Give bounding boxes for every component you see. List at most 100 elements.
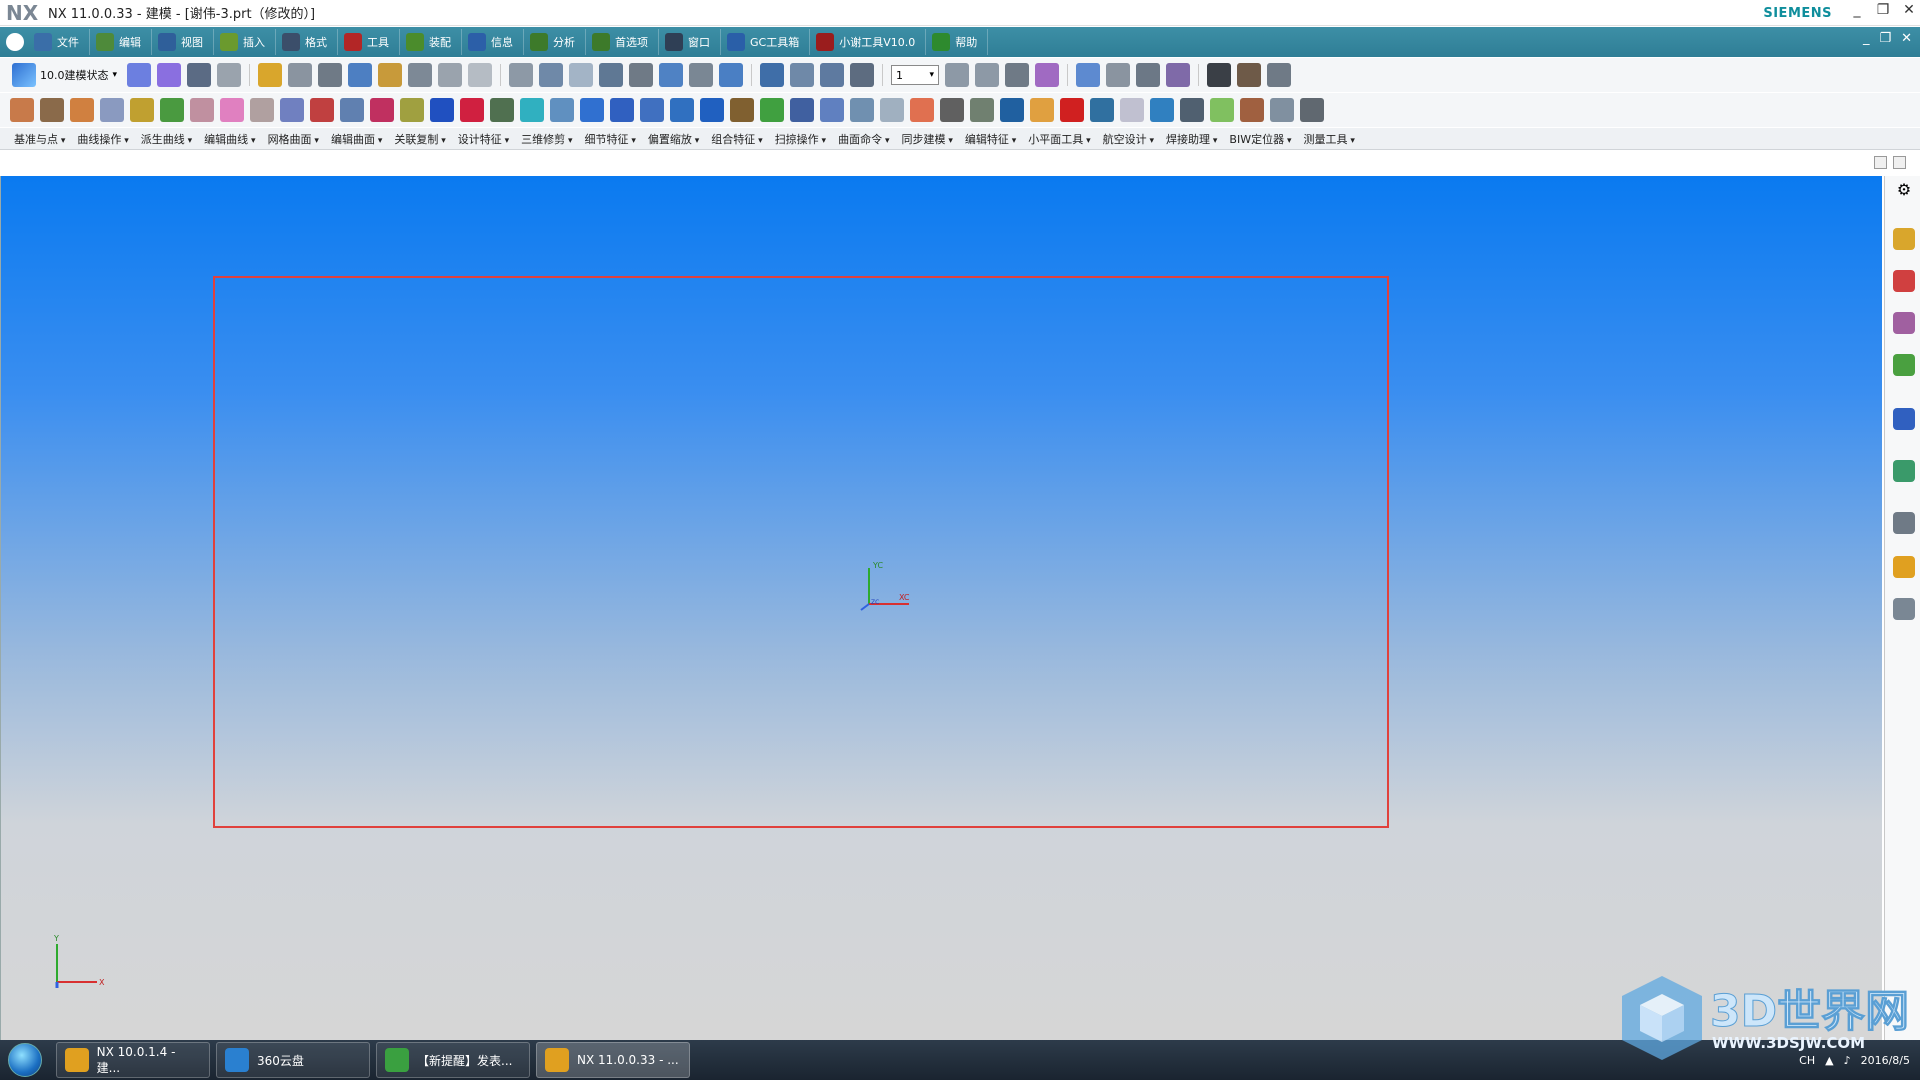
command-group-dropdown[interactable]: 曲面命令 xyxy=(832,131,895,147)
menu-insert-3[interactable]: 插入 xyxy=(214,29,276,55)
zoom-icon[interactable] xyxy=(539,63,564,87)
custom-tool-icon[interactable] xyxy=(1180,98,1204,122)
doc-restore-icon[interactable]: ❐ xyxy=(1879,31,1891,46)
menu-format-4[interactable]: 格式 xyxy=(276,29,338,55)
csys-icon[interactable] xyxy=(1005,63,1030,87)
background-icon[interactable] xyxy=(760,63,785,87)
custom-tool-icon[interactable] xyxy=(250,98,274,122)
custom-tool-icon[interactable] xyxy=(220,98,244,122)
rotate-icon[interactable] xyxy=(599,63,624,87)
menu-anchor-10[interactable]: 窗口 xyxy=(659,29,721,55)
custom-tool-icon[interactable] xyxy=(130,98,154,122)
app-logo-icon[interactable] xyxy=(6,33,24,51)
command-group-dropdown[interactable]: 偏置缩放 xyxy=(642,131,705,147)
work-layer-dropdown[interactable]: 1 ▾ xyxy=(891,65,940,85)
custom-tool-icon[interactable] xyxy=(310,98,334,122)
render-icon[interactable] xyxy=(689,63,714,87)
custom-tool-icon[interactable] xyxy=(340,98,364,122)
custom-tool-icon[interactable] xyxy=(1030,98,1054,122)
menu-cube-11[interactable]: GC工具箱 xyxy=(721,29,811,55)
menu-flag-5[interactable]: 工具 xyxy=(338,29,400,55)
snap-icon[interactable] xyxy=(1076,63,1101,87)
role-state-dropdown[interactable]: 10.0建模状态 ▾ xyxy=(8,63,121,87)
web-browser-icon[interactable] xyxy=(1893,408,1915,430)
selection-icon[interactable] xyxy=(1106,63,1131,87)
command-group-dropdown[interactable]: 编辑曲线 xyxy=(198,131,261,147)
command-group-dropdown[interactable]: 编辑特征 xyxy=(959,131,1022,147)
custom-tool-icon[interactable] xyxy=(190,98,214,122)
custom-tool-icon[interactable] xyxy=(670,98,694,122)
custom-tool-icon[interactable] xyxy=(10,98,34,122)
new-icon[interactable] xyxy=(127,63,152,87)
custom-tool-icon[interactable] xyxy=(40,98,64,122)
custom-tool-icon[interactable] xyxy=(1300,98,1324,122)
pan-icon[interactable] xyxy=(629,63,654,87)
custom-tool-icon[interactable] xyxy=(1060,98,1084,122)
part-navigator-icon[interactable] xyxy=(1893,312,1915,334)
command-group-dropdown[interactable]: 编辑曲面 xyxy=(325,131,388,147)
scale-icon[interactable] xyxy=(438,63,463,87)
language-indicator[interactable]: CH xyxy=(1799,1054,1815,1067)
menu-edit-1[interactable]: 编辑 xyxy=(90,29,152,55)
restore-icon[interactable]: ❐ xyxy=(1876,2,1890,18)
custom-tool-icon[interactable] xyxy=(520,98,544,122)
zoom-window-icon[interactable] xyxy=(569,63,594,87)
start-button[interactable] xyxy=(0,1040,50,1080)
display-icon[interactable] xyxy=(1267,63,1292,87)
custom-tool-icon[interactable] xyxy=(1210,98,1234,122)
custom-tool-icon[interactable] xyxy=(610,98,634,122)
view-triad-icon[interactable] xyxy=(850,63,875,87)
orient-icon[interactable] xyxy=(820,63,845,87)
grid-view-icon[interactable] xyxy=(790,63,815,87)
roles-icon[interactable] xyxy=(1893,598,1915,620)
grid-fine-icon[interactable] xyxy=(1237,63,1262,87)
custom-tool-icon[interactable] xyxy=(970,98,994,122)
print-icon[interactable] xyxy=(217,63,242,87)
command-group-dropdown[interactable]: 组合特征 xyxy=(705,131,768,147)
custom-tool-icon[interactable] xyxy=(160,98,184,122)
section-icon[interactable] xyxy=(659,63,684,87)
custom-tool-icon[interactable] xyxy=(1120,98,1144,122)
settings-icon[interactable]: ⚙ xyxy=(1893,180,1915,202)
clock-date[interactable]: 2016/8/5 xyxy=(1861,1054,1910,1067)
custom-tool-icon[interactable] xyxy=(550,98,574,122)
taskbar-task[interactable]: 360云盘 xyxy=(216,1042,370,1078)
custom-tool-icon[interactable] xyxy=(730,98,754,122)
command-group-dropdown[interactable]: 网格曲面 xyxy=(262,131,325,147)
taskbar-task[interactable]: NX 10.0.1.4 - 建... xyxy=(56,1042,210,1078)
custom-tool-icon[interactable] xyxy=(910,98,934,122)
layer-settings-icon[interactable] xyxy=(945,63,970,87)
close-icon[interactable]: ✕ xyxy=(1902,2,1916,18)
command-group-dropdown[interactable]: BIW定位器 xyxy=(1223,131,1297,147)
fit-icon[interactable] xyxy=(509,63,534,87)
doc-close-icon[interactable]: ✕ xyxy=(1901,31,1912,46)
command-group-dropdown[interactable]: 焊接助理 xyxy=(1160,131,1223,147)
layer-icon[interactable] xyxy=(258,63,283,87)
command-group-dropdown[interactable]: 基准与点 xyxy=(8,131,71,147)
grid-icon[interactable] xyxy=(1207,63,1232,87)
menu-view-2[interactable]: 视图 xyxy=(152,29,214,55)
command-group-dropdown[interactable]: 关联复制 xyxy=(388,131,451,147)
custom-tool-icon[interactable] xyxy=(790,98,814,122)
custom-tool-icon[interactable] xyxy=(490,98,514,122)
volume-icon[interactable]: ♪ xyxy=(1844,1054,1851,1067)
reuse-library-icon[interactable] xyxy=(1893,354,1915,376)
custom-tool-icon[interactable] xyxy=(1240,98,1264,122)
save-icon[interactable] xyxy=(187,63,212,87)
custom-tool-icon[interactable] xyxy=(820,98,844,122)
float-view-icon[interactable] xyxy=(1874,156,1887,169)
equal-icon[interactable] xyxy=(468,63,493,87)
command-group-dropdown[interactable]: 扫掠操作 xyxy=(769,131,832,147)
shaded-icon[interactable] xyxy=(719,63,744,87)
menu-clock-0[interactable]: 文件 xyxy=(28,29,90,55)
custom-tool-icon[interactable] xyxy=(1150,98,1174,122)
maximize-view-icon[interactable] xyxy=(1893,156,1906,169)
custom-tool-icon[interactable] xyxy=(1090,98,1114,122)
command-group-dropdown[interactable]: 派生曲线 xyxy=(135,131,198,147)
clock-icon[interactable] xyxy=(1893,512,1915,534)
select-all-icon[interactable] xyxy=(1166,63,1191,87)
command-group-dropdown[interactable]: 细节特征 xyxy=(579,131,642,147)
custom-tool-icon[interactable] xyxy=(850,98,874,122)
open-icon[interactable] xyxy=(157,63,182,87)
custom-tool-icon[interactable] xyxy=(70,98,94,122)
